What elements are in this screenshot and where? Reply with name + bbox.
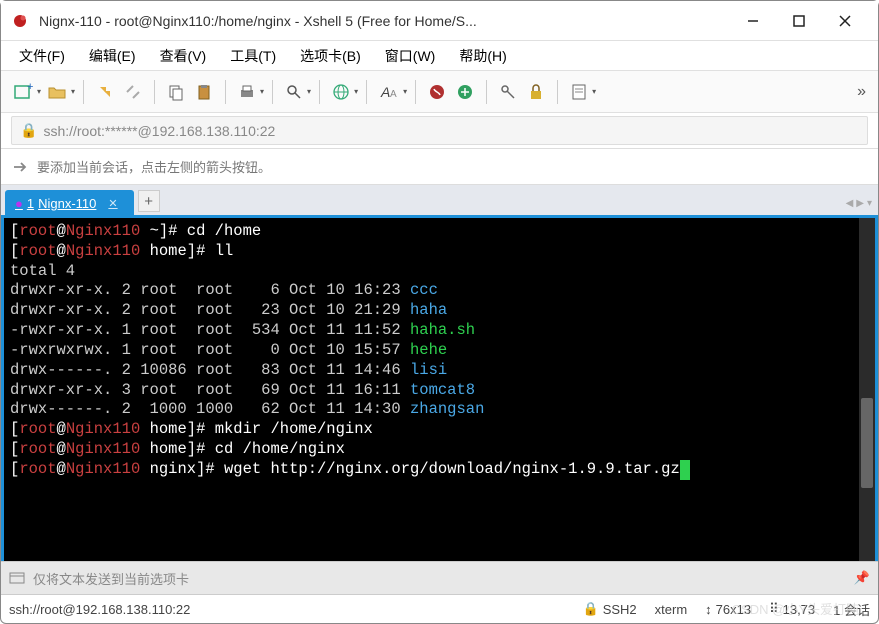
add-tab-button[interactable]: + bbox=[138, 190, 160, 212]
status-ssh: 🔒SSH2 bbox=[583, 601, 637, 617]
ssh-lock-icon: 🔒 bbox=[583, 601, 599, 617]
terminal-view[interactable]: [root@Nginx110 ~]# cd /home[root@Nginx11… bbox=[1, 215, 878, 561]
tab-label: Nignx-110 bbox=[38, 196, 96, 211]
menubar: 文件(F) 编辑(E) 查看(V) 工具(T) 选项卡(B) 窗口(W) 帮助(… bbox=[1, 41, 878, 71]
close-button[interactable] bbox=[822, 5, 868, 37]
hint-bar: 要添加当前会话，点击左侧的箭头按钮。 bbox=[1, 149, 878, 185]
print-icon[interactable] bbox=[234, 79, 260, 105]
key-icon[interactable] bbox=[495, 79, 521, 105]
address-input[interactable]: 🔒 ssh://root:******@192.168.138.110:22 bbox=[11, 116, 868, 145]
tab-session-1[interactable]: ● 1 Nignx-110 ✕ bbox=[5, 190, 134, 215]
xftp-icon[interactable] bbox=[452, 79, 478, 105]
overflow-icon[interactable]: » bbox=[853, 79, 870, 105]
svg-text:A: A bbox=[380, 84, 390, 100]
status-size: ↕76x13 bbox=[705, 602, 751, 617]
send-placeholder[interactable]: 仅将文本发送到当前选项卡 bbox=[33, 569, 846, 588]
svg-text:A: A bbox=[390, 89, 397, 100]
xshell-icon[interactable] bbox=[424, 79, 450, 105]
titlebar: Nignx-110 - root@Nginx110:/home/nginx - … bbox=[1, 1, 878, 41]
tab-index: 1 bbox=[27, 196, 34, 211]
tab-close-icon[interactable]: ✕ bbox=[106, 197, 119, 210]
lock-small-icon: 🔒 bbox=[20, 122, 37, 139]
status-sessions: 1 会话 bbox=[833, 600, 870, 619]
svg-text:+: + bbox=[27, 82, 33, 93]
menu-help[interactable]: 帮助(H) bbox=[449, 42, 516, 70]
send-pin-icon[interactable]: 📌 bbox=[854, 570, 870, 586]
menu-tabs[interactable]: 选项卡(B) bbox=[290, 42, 371, 70]
terminal-scrollbar[interactable] bbox=[859, 218, 875, 561]
status-term: xterm bbox=[655, 602, 688, 617]
tab-next-icon[interactable]: ▶ bbox=[856, 198, 864, 209]
address-bar: 🔒 ssh://root:******@192.168.138.110:22 bbox=[1, 113, 878, 149]
menu-edit[interactable]: 编辑(E) bbox=[79, 42, 146, 70]
maximize-button[interactable] bbox=[776, 5, 822, 37]
hint-text: 要添加当前会话，点击左侧的箭头按钮。 bbox=[37, 157, 271, 176]
menu-window[interactable]: 窗口(W) bbox=[375, 42, 446, 70]
menu-view[interactable]: 查看(V) bbox=[150, 42, 217, 70]
tab-dot-icon: ● bbox=[15, 196, 23, 211]
menu-file[interactable]: 文件(F) bbox=[9, 42, 75, 70]
window-title: Nignx-110 - root@Nginx110:/home/nginx - … bbox=[39, 13, 730, 29]
lock-icon[interactable] bbox=[523, 79, 549, 105]
status-connection: ssh://root@192.168.138.110:22 bbox=[9, 602, 190, 617]
new-session-icon[interactable]: + bbox=[9, 78, 37, 106]
globe-icon[interactable] bbox=[328, 79, 354, 105]
menu-tools[interactable]: 工具(T) bbox=[220, 42, 286, 70]
copy-icon[interactable] bbox=[163, 79, 189, 105]
toolbar: +▾ ▾ ▾ ▾ ▾ AA▾ ▾ » bbox=[1, 71, 878, 113]
arrow-hint-icon[interactable] bbox=[11, 158, 29, 176]
properties-icon[interactable] bbox=[566, 79, 592, 105]
status-pos: ⠿13,73 bbox=[769, 601, 815, 617]
address-text: ssh://root:******@192.168.138.110:22 bbox=[43, 123, 275, 139]
disconnect-icon[interactable] bbox=[120, 79, 146, 105]
tab-nav-controls: ◀ ▶ ▾ bbox=[846, 198, 872, 209]
send-target-icon[interactable] bbox=[9, 570, 25, 586]
minimize-button[interactable] bbox=[730, 5, 776, 37]
tab-strip: ● 1 Nignx-110 ✕ + ◀ ▶ ▾ bbox=[1, 185, 878, 215]
tab-prev-icon[interactable]: ◀ bbox=[846, 198, 854, 209]
cursor-pos-icon: ⠿ bbox=[769, 601, 779, 617]
rows-icon: ↕ bbox=[705, 602, 712, 617]
send-bar: 仅将文本发送到当前选项卡 📌 bbox=[1, 561, 878, 595]
app-logo-icon bbox=[11, 12, 29, 30]
paste-icon[interactable] bbox=[191, 79, 217, 105]
tab-list-icon[interactable]: ▾ bbox=[867, 198, 872, 209]
status-bar: ssh://root@192.168.138.110:22 🔒SSH2 xter… bbox=[1, 595, 878, 623]
scrollbar-thumb[interactable] bbox=[861, 398, 873, 488]
find-icon[interactable] bbox=[281, 79, 307, 105]
reconnect-icon[interactable] bbox=[92, 79, 118, 105]
open-session-icon[interactable] bbox=[43, 78, 71, 106]
font-icon[interactable]: AA bbox=[375, 79, 403, 105]
